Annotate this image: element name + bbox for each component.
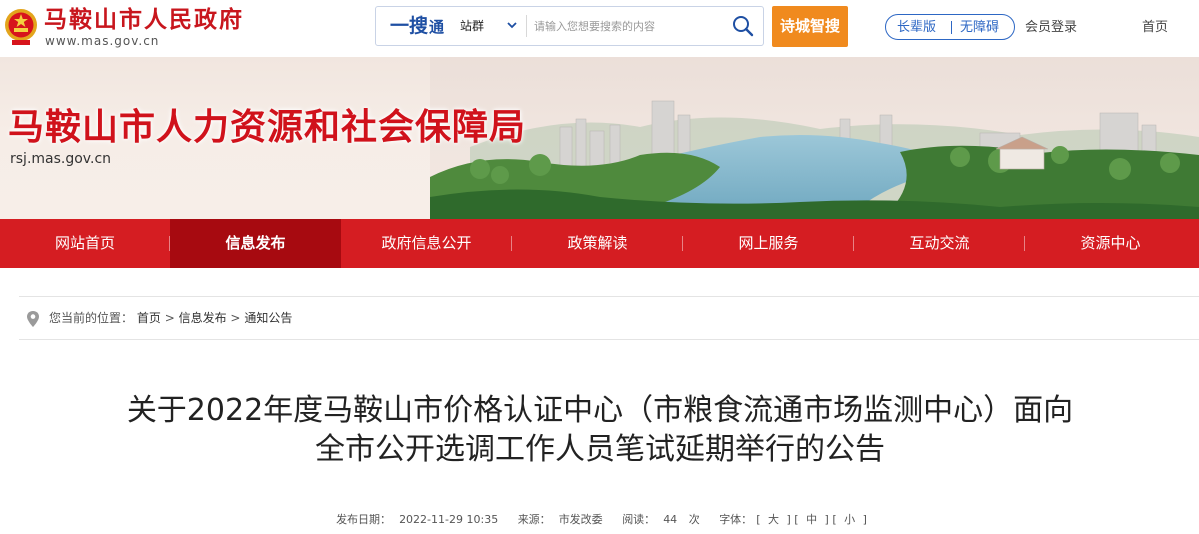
views-unit: 次 xyxy=(688,513,700,526)
publish-date-field: 发布日期： 2022-11-29 10:35 xyxy=(332,513,502,526)
font-size-label: 字体： xyxy=(719,513,753,526)
search-icon[interactable] xyxy=(731,14,755,38)
nav-label: 政策解读 xyxy=(567,234,628,252)
search-brand-b: 通 xyxy=(429,18,445,36)
search-box: 一搜通 站群 xyxy=(375,6,764,46)
search-brand-a: 一搜 xyxy=(390,15,429,37)
article-title-line1: 关于2022年度马鞍山市价格认证中心（市粮食流通市场监测中心）面向 xyxy=(126,393,1074,428)
elder-mode-link[interactable]: 长辈版 xyxy=(897,19,936,36)
bureau-url: rsj.mas.gov.cn xyxy=(10,151,112,167)
nav-label: 信息发布 xyxy=(225,234,286,252)
nav-label: 互动交流 xyxy=(909,234,970,252)
nav-label: 资源中心 xyxy=(1080,234,1141,252)
breadcrumb: 您当前的位置： 首页 > 信息发布 > 通知公告 xyxy=(19,296,1199,340)
site-url: www.mas.gov.cn xyxy=(45,34,160,48)
breadcrumb-separator: > xyxy=(230,311,241,325)
nav-item-info-release[interactable]: 信息发布 xyxy=(170,219,341,268)
views-label: 阅读： xyxy=(622,513,656,526)
search-brand: 一搜通 xyxy=(390,14,444,39)
location-pin-icon xyxy=(27,311,39,327)
search-divider xyxy=(526,15,527,37)
nav-item-online-service[interactable]: 网上服务 xyxy=(683,219,854,268)
nav-item-resources[interactable]: 资源中心 xyxy=(1025,219,1196,268)
breadcrumb-separator: > xyxy=(164,311,175,325)
nav-label: 网站首页 xyxy=(54,234,115,252)
banner: 马鞍山市人力资源和社会保障局 rsj.mas.gov.cn xyxy=(0,57,1199,219)
breadcrumb-text: 您当前的位置： 首页 > 信息发布 > 通知公告 xyxy=(49,310,292,326)
article-title-line2: 全市公开选调工作人员笔试延期举行的公告 xyxy=(315,432,885,467)
bureau-name[interactable]: 马鞍山市人力资源和社会保障局 xyxy=(8,107,526,149)
views-field: 阅读： 44 次 xyxy=(618,513,704,526)
font-size-field: 字体：[ 大 ] [ 中 ] [ 小 ] xyxy=(719,513,867,526)
poetry-search-button[interactable]: 诗城智搜 xyxy=(772,6,848,47)
accessibility-divider xyxy=(951,21,952,34)
search-scope-select[interactable]: 站群 xyxy=(460,18,484,34)
nav-label: 网上服务 xyxy=(738,234,799,252)
font-small-button[interactable]: 小 xyxy=(844,513,855,526)
breadcrumb-info-release[interactable]: 信息发布 xyxy=(179,311,227,325)
top-home-link[interactable]: 首页 xyxy=(1142,19,1168,36)
top-bar: 马鞍山市人民政府 www.mas.gov.cn 一搜通 站群 诗城智搜 长辈版 … xyxy=(0,0,1199,57)
views-count: 44 xyxy=(663,513,678,526)
nav-item-home[interactable]: 网站首页 xyxy=(0,219,170,268)
publish-date-label: 发布日期： xyxy=(336,513,392,526)
breadcrumb-prefix: 您当前的位置： xyxy=(49,311,134,325)
source-field: 来源： 市发改委 xyxy=(514,513,607,526)
article-meta: 发布日期： 2022-11-29 10:35 来源： 市发改委 阅读： 44 次 字体… xyxy=(0,512,1199,527)
site-name[interactable]: 马鞍山市人民政府 xyxy=(44,6,244,34)
chevron-down-icon[interactable] xyxy=(507,20,517,30)
nav-item-policy[interactable]: 政策解读 xyxy=(512,219,683,268)
search-input[interactable] xyxy=(534,15,724,37)
national-emblem-icon[interactable] xyxy=(4,6,38,46)
accessibility-link[interactable]: 无障碍 xyxy=(960,19,999,36)
font-large-button[interactable]: 大 xyxy=(768,513,779,526)
accessibility-group: 长辈版 无障碍 xyxy=(885,14,1015,40)
publish-date: 2022-11-29 10:35 xyxy=(399,513,499,526)
main-nav: 网站首页 信息发布 政府信息公开 政策解读 网上服务 互动交流 资源中心 xyxy=(0,219,1199,268)
article-title: 关于2022年度马鞍山市价格认证中心（市粮食流通市场监测中心）面向 全市公开选调… xyxy=(40,391,1160,469)
nav-item-interaction[interactable]: 互动交流 xyxy=(854,219,1025,268)
breadcrumb-home[interactable]: 首页 xyxy=(137,311,161,325)
source-label: 来源： xyxy=(517,513,551,526)
source-value: 市发改委 xyxy=(558,513,603,526)
nav-item-gov-disclosure[interactable]: 政府信息公开 xyxy=(341,219,512,268)
member-login-link[interactable]: 会员登录 xyxy=(1025,19,1077,36)
font-medium-button[interactable]: 中 xyxy=(806,513,817,526)
breadcrumb-notices[interactable]: 通知公告 xyxy=(244,311,292,325)
nav-label: 政府信息公开 xyxy=(381,234,472,252)
